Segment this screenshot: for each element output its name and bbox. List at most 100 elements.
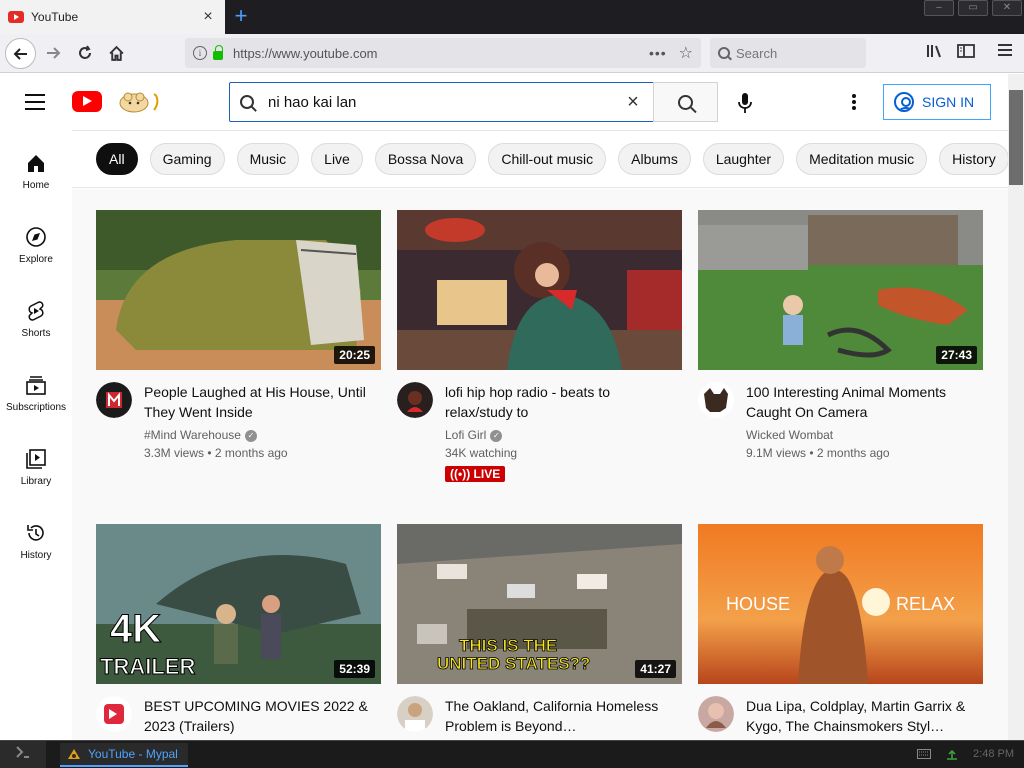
video-title[interactable]: BEST UPCOMING MOVIES 2022 & 2023 (Traile…	[144, 696, 379, 736]
chip-chill-out-music[interactable]: Chill-out music	[488, 143, 607, 175]
video-thumbnail[interactable]: HOUSE RELAX	[698, 524, 983, 684]
video-title[interactable]: Dua Lipa, Coldplay, Martin Garrix & Kygo…	[746, 696, 981, 736]
window-controls: – ▭ ✕	[924, 0, 1022, 16]
clear-search-button[interactable]: ×	[623, 91, 643, 114]
subscriptions-icon	[26, 376, 46, 395]
chip-laughter[interactable]: Laughter	[702, 143, 785, 175]
arrow-left-icon	[13, 47, 27, 60]
browser-search-box[interactable]: Search	[710, 38, 866, 68]
video-title[interactable]: 100 Interesting Animal Moments Caught On…	[746, 382, 981, 422]
chip-history[interactable]: History	[939, 143, 1008, 175]
youtube-logo[interactable]	[72, 91, 102, 112]
scrollbar-thumb[interactable]	[1009, 90, 1023, 185]
reload-button[interactable]	[70, 38, 100, 68]
chip-albums[interactable]: Albums	[618, 143, 691, 175]
guide-item-subscriptions[interactable]: Subscriptions	[0, 374, 72, 413]
search-icon	[240, 95, 254, 109]
clock[interactable]: 2:48 PM	[973, 748, 1014, 760]
video-thumbnail[interactable]	[397, 210, 682, 370]
guide-menu-button[interactable]	[25, 94, 45, 110]
channel-avatar[interactable]	[96, 696, 132, 732]
info-icon[interactable]: i	[193, 46, 207, 60]
maximize-button[interactable]: ▭	[958, 0, 988, 16]
arrow-right-icon	[47, 47, 61, 59]
search-button[interactable]	[653, 82, 718, 122]
forward-button[interactable]	[38, 38, 68, 68]
search-icon	[678, 94, 693, 110]
video-card[interactable]: 20:25 People Laughed at His House, Until…	[96, 210, 381, 492]
chip-bossa-nova[interactable]: Bossa Nova	[374, 143, 477, 175]
network-icon[interactable]	[945, 747, 959, 761]
guide-item-explore[interactable]: Explore	[0, 226, 72, 265]
sign-in-label: SIGN IN	[922, 94, 975, 110]
channel-name[interactable]: Lofi Girl ✓	[445, 428, 503, 442]
thumb-text: THIS IS THE	[459, 636, 557, 655]
sign-in-button[interactable]: SIGN IN	[883, 84, 991, 120]
channel-avatar[interactable]	[397, 382, 433, 418]
chip-live[interactable]: Live	[311, 143, 363, 175]
video-card[interactable]: 4K TRAILER 52:39 BEST UPCOMING MOVIES 20…	[96, 524, 381, 740]
video-thumbnail[interactable]: THIS IS THE UNITED STATES?? 41:27	[397, 524, 682, 684]
video-title[interactable]: The Oakland, California Homeless Problem…	[445, 696, 680, 736]
video-thumbnail[interactable]: 20:25	[96, 210, 381, 370]
tab-close-button[interactable]: ×	[199, 8, 217, 26]
guide-label: History	[20, 550, 52, 561]
close-window-button[interactable]: ✕	[992, 0, 1022, 16]
new-tab-button[interactable]: +	[228, 3, 254, 29]
search-icon	[718, 47, 730, 59]
guide-label: Home	[22, 180, 50, 191]
live-broadcast-icon: ((•))	[450, 467, 471, 481]
keyboard-icon[interactable]	[917, 749, 932, 759]
menu-hamburger-icon[interactable]	[995, 43, 1015, 63]
doodle-logo-icon[interactable]	[114, 88, 164, 114]
channel-avatar[interactable]	[397, 696, 433, 732]
browser-tab-youtube[interactable]: YouTube ×	[0, 0, 225, 34]
video-title[interactable]: lofi hip hop radio - beats to relax/stud…	[445, 382, 680, 422]
chip-music[interactable]: Music	[236, 143, 300, 175]
chip-meditation-music[interactable]: Meditation music	[796, 143, 928, 175]
channel-avatar[interactable]	[698, 382, 734, 418]
channel-avatar[interactable]	[698, 696, 734, 732]
video-grid: 20:25 People Laughed at His House, Until…	[72, 189, 1008, 740]
channel-name[interactable]: Wicked Wombat	[746, 428, 833, 442]
youtube-masthead: ni hao kai lan × SIGN IN	[0, 74, 1008, 130]
page-actions-button[interactable]: •••	[649, 45, 667, 61]
video-card[interactable]: 27:43 100 Interesting Animal Moments Cau…	[698, 210, 983, 492]
video-card[interactable]: lofi hip hop radio - beats to relax/stud…	[397, 210, 682, 492]
chip-gaming[interactable]: Gaming	[149, 143, 225, 175]
taskbar-item-mypal[interactable]: YouTube - Mypal	[60, 743, 188, 767]
back-button[interactable]	[5, 38, 36, 69]
start-button[interactable]	[0, 741, 46, 768]
address-bar[interactable]: i https://www.youtube.com ••• ☆	[185, 38, 701, 68]
history-icon	[27, 525, 44, 541]
video-stats: 9.1M views • 2 months ago	[746, 446, 890, 460]
channel-name[interactable]: #Mind Warehouse ✓	[144, 428, 257, 442]
library-icon	[26, 449, 46, 469]
video-title[interactable]: People Laughed at His House, Until They …	[144, 382, 379, 422]
settings-more-button[interactable]	[852, 94, 856, 110]
video-thumbnail[interactable]: 4K TRAILER 52:39	[96, 524, 381, 684]
guide-item-library[interactable]: Library	[0, 448, 72, 487]
guide-item-shorts[interactable]: Shorts	[0, 300, 72, 339]
search-input[interactable]: ni hao kai lan ×	[229, 82, 654, 122]
video-thumbnail[interactable]: 27:43	[698, 210, 983, 370]
library-toolbar-icon[interactable]	[925, 43, 945, 63]
chip-all[interactable]: All	[96, 143, 138, 175]
guide-item-history[interactable]: History	[0, 522, 72, 561]
minimize-button[interactable]: –	[924, 0, 954, 16]
lock-icon	[213, 44, 223, 60]
bookmark-star-icon[interactable]: ☆	[679, 43, 693, 63]
home-button[interactable]	[101, 38, 131, 68]
tab-title: YouTube	[31, 10, 79, 24]
channel-avatar[interactable]	[96, 382, 132, 418]
thumb-text: TRAILER	[100, 654, 195, 679]
guide-label: Explore	[19, 254, 53, 265]
video-duration: 52:39	[334, 660, 375, 678]
url-text[interactable]: https://www.youtube.com	[233, 46, 649, 61]
video-card[interactable]: HOUSE RELAX Dua Lipa, Coldplay, Martin G…	[698, 524, 983, 740]
microphone-icon[interactable]	[738, 92, 752, 114]
video-card[interactable]: THIS IS THE UNITED STATES?? 41:27 The Oa…	[397, 524, 682, 740]
search-query-text[interactable]: ni hao kai lan	[268, 94, 623, 111]
guide-item-home[interactable]: Home	[0, 152, 72, 191]
sidebar-toggle-icon[interactable]	[956, 43, 976, 63]
